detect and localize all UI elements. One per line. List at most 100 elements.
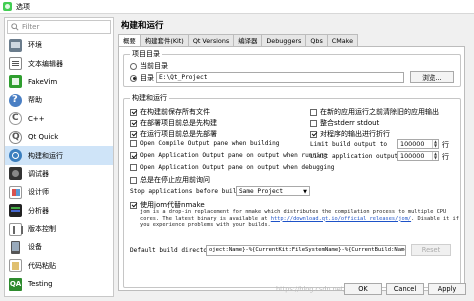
devices-icon: [11, 240, 20, 254]
jom-description-line: cores. The latest binary is available at: [140, 215, 271, 222]
fakevim-icon: [9, 75, 22, 89]
save-all-before-build-checkbox[interactable]: 在构建前保存所有文件: [130, 107, 210, 117]
sidebar-item-label: 环境: [28, 41, 42, 50]
sidebar-item-devices[interactable]: 设备: [5, 238, 113, 256]
ask-before-stop-checkbox[interactable]: 总是在停止应用前询问: [130, 175, 210, 185]
sidebar-item-label: FakeVim: [28, 77, 58, 86]
sidebar-item-label: 构建和运行: [28, 151, 63, 160]
overview-tab-panel: 项目目录 当前目录 目录 E:\Qt_Project 浏览... 构建和运行 在…: [118, 46, 465, 291]
qt-creator-app-icon: [3, 2, 12, 11]
jom-download-link[interactable]: http://download.qt.io/official_releases/…: [271, 216, 411, 222]
title-bar: 选项: [0, 0, 474, 14]
spin-arrows-icon[interactable]: ▲ ▼: [432, 140, 438, 148]
checkbox-label: Open Application Output pane on output w…: [140, 164, 335, 171]
sidebar-item-testing[interactable]: QA Testing: [5, 275, 113, 293]
merge-stderr-stdout-checkbox[interactable]: 整合stderr stdout: [310, 118, 379, 128]
sidebar-item-cpp[interactable]: C++: [5, 110, 113, 128]
sidebar-item-label: Qt Quick: [28, 133, 59, 142]
checkbox-label: 在新的应用运行之前清除旧的应用输出: [320, 108, 439, 116]
sidebar-item-version-control[interactable]: 版本控制: [5, 220, 113, 238]
open-app-output-running-checkbox[interactable]: Open Application Output pane on output w…: [130, 152, 327, 159]
sidebar-item-label: 设计师: [28, 188, 49, 197]
chevron-down-icon: ▼: [303, 189, 307, 195]
ok-button[interactable]: OK: [344, 283, 382, 295]
projects-directory-title: 项目目录: [130, 49, 162, 59]
open-compile-output-checkbox[interactable]: Open Compile Output pane when building: [130, 140, 279, 147]
reset-button[interactable]: Reset: [411, 244, 451, 256]
limit-app-output-spinbox[interactable]: 100000 ▲ ▼: [397, 151, 439, 161]
directory-label: 目录: [140, 74, 154, 82]
default-build-dir-label: Default build directory:: [130, 247, 219, 254]
cancel-button[interactable]: Cancel: [386, 283, 424, 295]
checkbox-label: 整合stderr stdout: [320, 119, 380, 127]
radio-indicator: [130, 62, 137, 70]
sidebar-item-label: 文本编辑器: [28, 59, 63, 68]
designer-icon: [9, 185, 22, 199]
sidebar-item-fakevim[interactable]: FakeVim: [5, 73, 113, 91]
sidebar-item-text-editor[interactable]: 文本编辑器: [5, 54, 113, 72]
word-wrap-output-checkbox[interactable]: 对程序的输出进行折行: [310, 129, 390, 139]
tab-debuggers[interactable]: Debuggers: [261, 34, 307, 46]
default-build-dir-input[interactable]: oject:Name}-%{CurrentKit:FileSystemName}…: [206, 245, 406, 256]
tab-cmake[interactable]: CMake: [326, 34, 359, 46]
stop-before-build-combobox[interactable]: Same Project ▼: [236, 186, 310, 196]
build-before-deploy-checkbox[interactable]: 在部署项目前总是先构建: [130, 118, 217, 128]
spin-arrows-icon[interactable]: ▲ ▼: [432, 152, 438, 160]
text-editor-icon: [9, 57, 22, 71]
deploy-before-run-checkbox[interactable]: 在运行项目前总是先部署: [130, 129, 217, 139]
checkbox-indicator: [310, 119, 317, 127]
sidebar-item-environment[interactable]: 环境: [5, 36, 113, 54]
jom-description-line: you experience problems with your builds…: [140, 222, 271, 229]
sidebar-item-qt-quick[interactable]: Qt Quick: [5, 128, 113, 146]
limit-app-output-label: Limit application output to: [310, 153, 410, 160]
help-icon: [9, 93, 22, 107]
checkbox-indicator: [130, 140, 137, 147]
checkbox-label: 在运行项目前总是先部署: [140, 130, 217, 138]
qt-quick-icon: [9, 130, 22, 144]
window-title: 选项: [16, 2, 30, 11]
sidebar-item-label: 调试器: [28, 169, 49, 178]
clean-old-app-output-checkbox[interactable]: 在新的应用运行之前清除旧的应用输出: [310, 107, 439, 117]
projects-directory-input[interactable]: E:\Qt_Project: [156, 72, 404, 83]
testing-icon: QA: [9, 277, 22, 291]
limit-build-output-label: Limit build output to: [310, 141, 388, 148]
checkbox-indicator: [130, 108, 137, 116]
checkbox-indicator: [130, 201, 137, 209]
jom-description-line: . Disable it if: [411, 215, 459, 222]
sidebar-item-label: 设备: [28, 243, 42, 252]
sidebar-item-label: 分析器: [28, 206, 49, 215]
jom-description: jom is a drop-in replacement for nmake w…: [140, 209, 460, 229]
tab-compilers[interactable]: 编译器: [233, 34, 263, 46]
checkbox-label: 在部署项目前总是先构建: [140, 119, 217, 127]
apply-button[interactable]: Apply: [428, 283, 466, 295]
sidebar-item-analyzer[interactable]: 分析器: [5, 202, 113, 220]
tab-qt-versions[interactable]: Qt Versions: [187, 34, 235, 46]
checkbox-label: 对程序的输出进行折行: [320, 130, 390, 138]
watermark: https://blog.csdn.net/...: [276, 285, 352, 293]
sidebar-item-debugger[interactable]: 调试器: [5, 165, 113, 183]
sidebar-item-build-run[interactable]: 构建和运行: [5, 146, 113, 165]
filter-placeholder: Filter: [22, 23, 40, 31]
tab-bar: 概要 构建套件(Kit) Qt Versions 编译器 Debuggers Q…: [118, 34, 359, 47]
checkbox-indicator: [130, 130, 137, 138]
sidebar-item-help[interactable]: 帮助: [5, 91, 113, 109]
open-app-output-debugging-checkbox[interactable]: Open Application Output pane on output w…: [130, 164, 334, 171]
checkbox-indicator: [310, 108, 317, 116]
tab-kits[interactable]: 构建套件(Kit): [139, 34, 189, 46]
stop-before-build-value: Same Project: [239, 187, 284, 195]
sidebar-item-code-pasting[interactable]: 代码粘贴: [5, 257, 113, 275]
code-pasting-icon: [9, 259, 22, 273]
sidebar-item-designer[interactable]: 设计师: [5, 183, 113, 201]
limit-build-output-spinbox[interactable]: 100000 ▲ ▼: [397, 139, 439, 149]
tab-qbs[interactable]: Qbs: [305, 34, 328, 46]
browse-button[interactable]: 浏览...: [410, 71, 454, 83]
checkbox-indicator: [130, 152, 137, 159]
checkbox-label: Open Compile Output pane when building: [140, 140, 280, 147]
radio-indicator: [130, 74, 137, 82]
directory-radio[interactable]: 目录: [130, 73, 154, 83]
checkbox-label: Open Application Output pane on output w…: [140, 152, 328, 159]
filter-input[interactable]: Filter: [7, 20, 111, 34]
checkbox-indicator: [310, 130, 317, 138]
current-directory-radio[interactable]: 当前目录: [130, 61, 168, 71]
checkbox-indicator: [130, 119, 137, 127]
